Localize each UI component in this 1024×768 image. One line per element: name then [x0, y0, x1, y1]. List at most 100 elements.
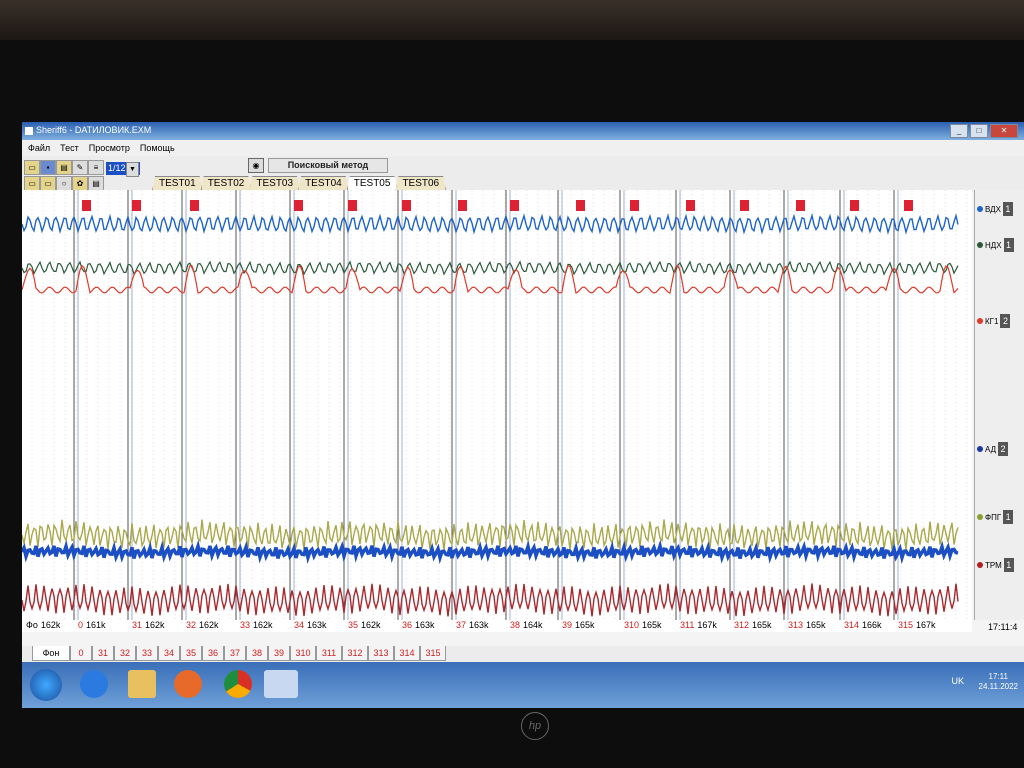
- question-label: 35 162k: [348, 620, 381, 630]
- channel-ndh[interactable]: НДХ 1: [977, 238, 1014, 252]
- polygraph-chart[interactable]: [22, 190, 972, 620]
- tab-test04[interactable]: TEST04: [298, 176, 349, 191]
- app-icon: [25, 127, 33, 135]
- maximize-button[interactable]: □: [970, 124, 988, 138]
- chart-icon[interactable]: ≡: [88, 160, 104, 175]
- question-label: 37 163k: [456, 620, 489, 630]
- question-tabs: Фон 0 31 32 33 34 35 36 37 38 39 310 311 312 313 314 315: [22, 646, 1024, 662]
- channel-vdh[interactable]: ВДХ 1: [977, 202, 1013, 216]
- question-label: Фо 162k: [26, 620, 61, 630]
- flag-icon: [630, 200, 639, 211]
- question-label: 313 165k: [788, 620, 826, 630]
- flag-icon: [850, 200, 859, 211]
- screen: Sheriff6 - DATИЛОВИК.EXM _ □ ✕ Файл Тест…: [22, 122, 1024, 708]
- menu-test[interactable]: Тест: [60, 140, 79, 156]
- start-button[interactable]: [30, 669, 62, 701]
- folder-icon[interactable]: ▭: [24, 176, 40, 191]
- question-tab[interactable]: 31: [92, 646, 114, 661]
- question-label: 314 166k: [844, 620, 882, 630]
- channel-kg1[interactable]: КГ1 2: [977, 314, 1011, 328]
- wrench-icon[interactable]: ✎: [72, 160, 88, 175]
- hp-logo: hp: [521, 712, 549, 740]
- close-button[interactable]: ✕: [990, 124, 1018, 138]
- question-tab[interactable]: 34: [158, 646, 180, 661]
- question-tab[interactable]: 36: [202, 646, 224, 661]
- flag-icon: [904, 200, 913, 211]
- channel-color-dot: [977, 562, 983, 568]
- question-tab[interactable]: 0: [70, 646, 92, 661]
- flag-icon: [348, 200, 357, 211]
- question-tab[interactable]: Фон: [32, 646, 70, 661]
- question-labels: Фо 162k 0 161k 31 162k 32 162k 33 162k 34 163k 35 162…: [22, 620, 972, 632]
- question-label: 312 165k: [734, 620, 772, 630]
- question-label: 0 161k: [78, 620, 106, 630]
- title-bar: Sheriff6 - DATИЛОВИК.EXM _ □ ✕: [22, 122, 1024, 140]
- question-label: 315 167k: [898, 620, 936, 630]
- question-label: 311 167k: [680, 620, 717, 630]
- flag-icon: [132, 200, 141, 211]
- save-icon[interactable]: ▪: [40, 160, 56, 175]
- menu-view[interactable]: Просмотр: [89, 140, 130, 156]
- question-tab[interactable]: 33: [136, 646, 158, 661]
- question-tab[interactable]: 32: [114, 646, 136, 661]
- trm-trace: [22, 583, 959, 617]
- print-icon[interactable]: ▤: [56, 160, 72, 175]
- question-label: 31 162k: [132, 620, 165, 630]
- settings-icon[interactable]: ✿: [72, 176, 88, 191]
- question-label: 34 163k: [294, 620, 327, 630]
- flag-icon: [82, 200, 91, 211]
- question-label: 36 163k: [402, 620, 435, 630]
- question-tab[interactable]: 313: [368, 646, 394, 661]
- tab-test03[interactable]: TEST03: [249, 176, 301, 191]
- method-icon[interactable]: ◉: [248, 158, 264, 173]
- explorer-icon[interactable]: [128, 670, 156, 698]
- tab-test06[interactable]: TEST06: [395, 176, 447, 191]
- media-icon[interactable]: [174, 670, 202, 698]
- question-tab[interactable]: 35: [180, 646, 202, 661]
- chrome-icon[interactable]: [224, 670, 252, 698]
- question-tab[interactable]: 310: [290, 646, 316, 661]
- flag-icon: [510, 200, 519, 211]
- channel-fpg[interactable]: ФПГ 1: [977, 510, 1014, 524]
- channel-color-dot: [977, 514, 983, 520]
- channel-color-dot: [977, 206, 983, 212]
- question-tab[interactable]: 38: [246, 646, 268, 661]
- tab-test05[interactable]: TEST05: [346, 176, 398, 191]
- flag-icon: [740, 200, 749, 211]
- question-tab[interactable]: 39: [268, 646, 290, 661]
- chart-time: 17:11:4: [988, 622, 1018, 632]
- minimize-button[interactable]: _: [950, 124, 968, 138]
- channel-color-dot: [977, 318, 983, 324]
- flag-icon: [576, 200, 585, 211]
- channel-ad[interactable]: АД 2: [977, 442, 1009, 456]
- channel-trm[interactable]: ТРМ 1: [977, 558, 1014, 572]
- language-indicator[interactable]: UK: [951, 676, 964, 686]
- taskbar-clock[interactable]: 17:11 24.11.2022: [979, 672, 1018, 692]
- channel-color-dot: [977, 242, 983, 248]
- question-tab[interactable]: 311: [316, 646, 342, 661]
- tab-test02[interactable]: TEST02: [200, 176, 252, 191]
- question-label: 33 162k: [240, 620, 273, 630]
- test-tabs: TEST01 TEST02 TEST03 TEST04 TEST05 TEST0…: [152, 176, 447, 191]
- menu-file[interactable]: Файл: [28, 140, 50, 156]
- report-icon[interactable]: ▤: [88, 176, 104, 191]
- question-label: 310 165k: [624, 620, 662, 630]
- copy-icon[interactable]: ▭: [40, 176, 56, 191]
- flag-icon: [686, 200, 695, 211]
- open-icon[interactable]: ▭: [24, 160, 40, 175]
- question-tab[interactable]: 315: [420, 646, 446, 661]
- question-tab[interactable]: 314: [394, 646, 420, 661]
- sheriff-icon[interactable]: [264, 670, 298, 698]
- flag-icon: [458, 200, 467, 211]
- ndh-trace: [22, 260, 959, 276]
- question-tab[interactable]: 312: [342, 646, 368, 661]
- toolbar: ▭ ▪ ▤ ✎ ≡ ▭ ▭ ○ ✿ ▤ 1/12 ▼ ◉ Поисковый м…: [22, 156, 1024, 192]
- ie-icon[interactable]: [80, 670, 108, 698]
- taskbar: UK 17:11 24.11.2022: [22, 662, 1024, 708]
- question-tab[interactable]: 37: [224, 646, 246, 661]
- flag-icon: [796, 200, 805, 211]
- tab-test01[interactable]: TEST01: [152, 176, 203, 191]
- chevron-down-icon[interactable]: ▼: [126, 162, 139, 177]
- note-icon[interactable]: ○: [56, 176, 72, 191]
- menu-help[interactable]: Помощь: [140, 140, 175, 156]
